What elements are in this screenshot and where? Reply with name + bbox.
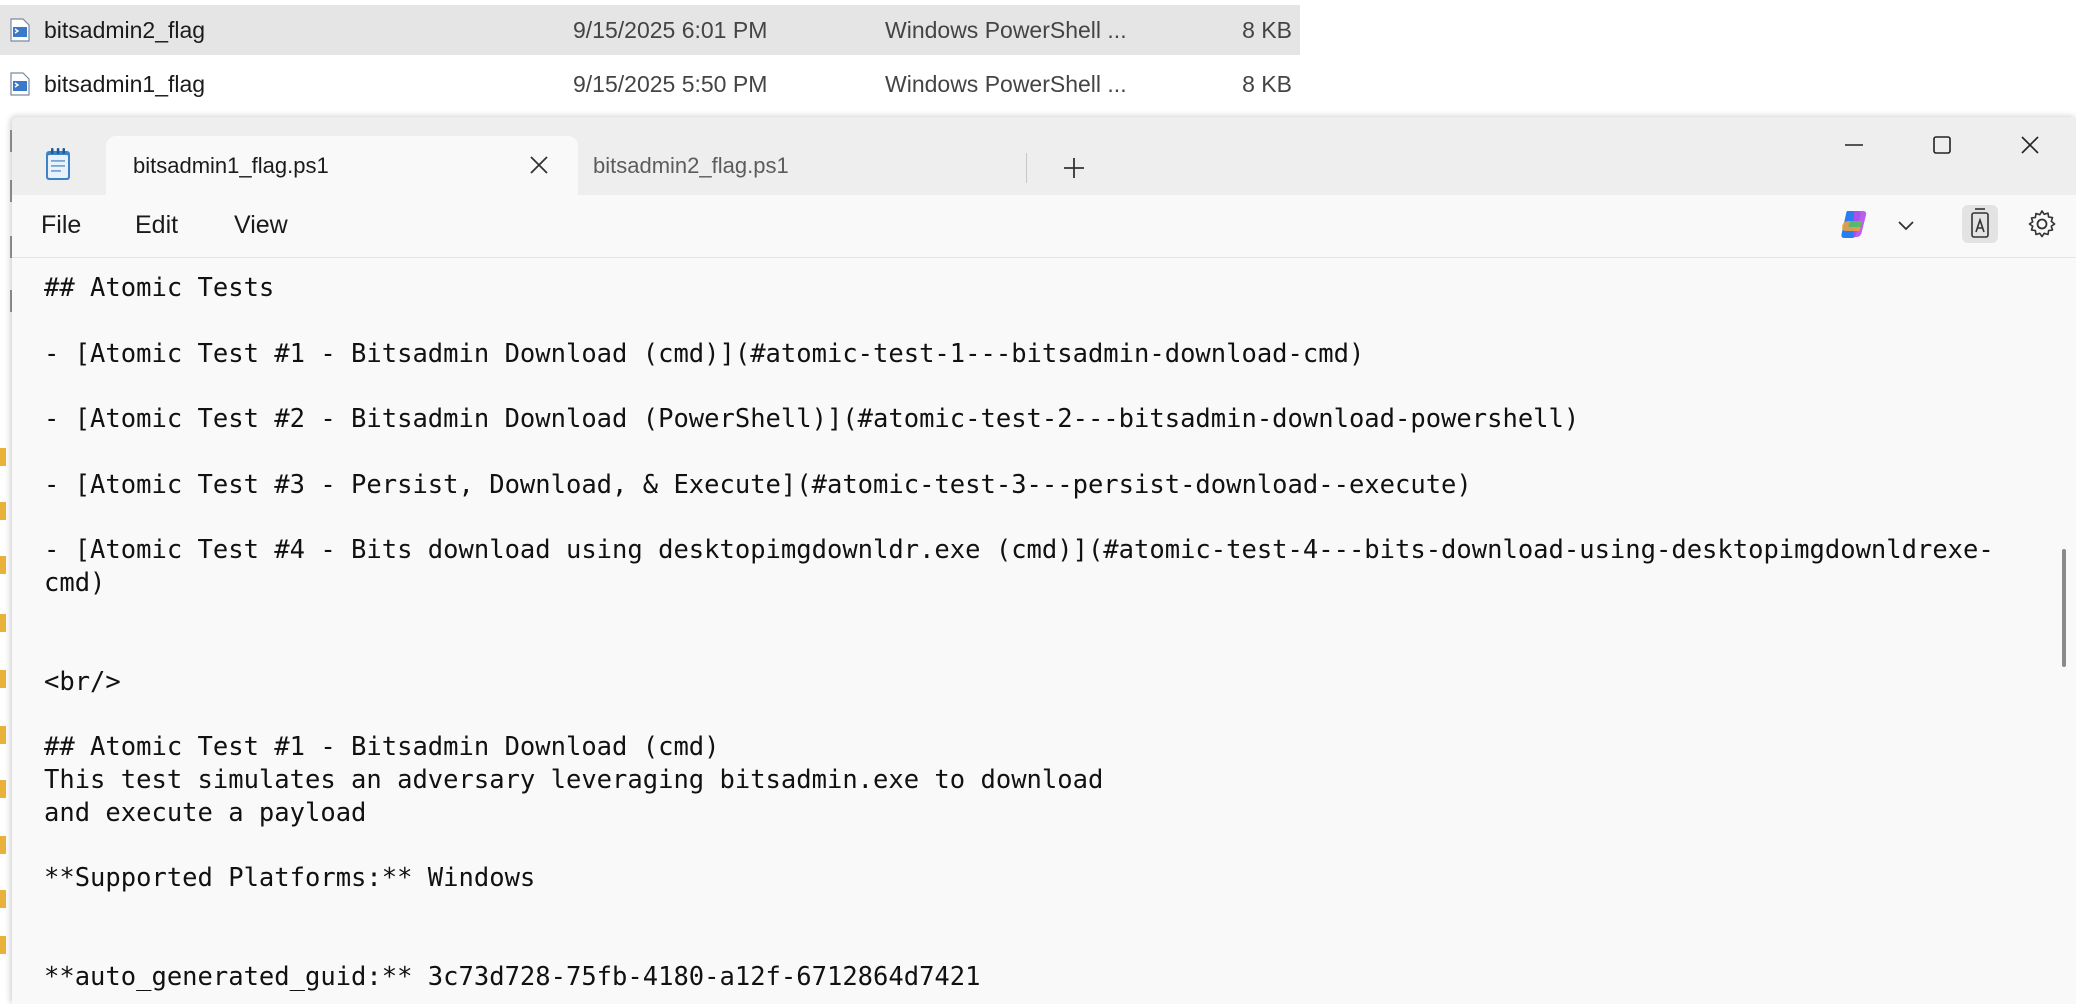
tab-label: bitsadmin2_flag.ps1 [593, 152, 789, 178]
close-window-button[interactable] [1986, 117, 2074, 173]
folder-edge-icon [0, 890, 6, 908]
text-format-icon [1971, 208, 1989, 238]
file-size: 8 KB [1242, 70, 1292, 97]
folder-edge-icon [0, 556, 6, 574]
tab-label: bitsadmin1_flag.ps1 [133, 152, 329, 178]
menu-view[interactable]: View [234, 211, 288, 240]
menu-edit[interactable]: Edit [135, 211, 178, 240]
minimize-icon [1845, 144, 1863, 146]
line: ## Atomic Test #1 - Bitsadmin Download (… [44, 732, 720, 763]
copilot-dropdown-button[interactable] [1896, 215, 1916, 240]
folder-edge-icon [0, 502, 6, 520]
tab-bitsadmin1[interactable]: bitsadmin1_flag.ps1 [106, 136, 578, 195]
vertical-scrollbar-thumb[interactable] [2062, 549, 2066, 667]
folder-edge-icon [0, 670, 6, 688]
line: - [Atomic Test #2 - Bitsadmin Download (… [44, 404, 1580, 435]
file-row-bitsadmin2[interactable]: bitsadmin2_flag 9/15/2025 6:01 PM Window… [0, 5, 1300, 55]
powershell-file-icon [10, 72, 30, 96]
folder-edge-icon [0, 726, 6, 744]
editor-content[interactable]: ## Atomic Tests - [Atomic Test #1 - Bits… [44, 272, 2024, 994]
minimize-button[interactable] [1810, 117, 1898, 173]
file-row-bitsadmin1[interactable]: bitsadmin1_flag 9/15/2025 5:50 PM Window… [0, 59, 1300, 109]
chevron-down-icon [1898, 221, 1914, 231]
text-editor-area[interactable]: ## Atomic Tests - [Atomic Test #1 - Bits… [12, 258, 2076, 1004]
file-type: Windows PowerShell ... [885, 16, 1127, 43]
menu-file[interactable]: File [41, 211, 81, 240]
folder-edge-icon [0, 614, 6, 632]
new-tab-plus-icon[interactable] [1059, 153, 1089, 183]
folder-edge-icon [0, 448, 6, 466]
menu-bar: File Edit View [12, 195, 2076, 258]
line: **Supported Platforms:** Windows [44, 863, 536, 894]
line: ## Atomic Tests [44, 273, 275, 303]
line: - [Atomic Test #3 - Persist, Download, &… [44, 469, 1472, 500]
file-name: bitsadmin2_flag [44, 16, 206, 43]
gear-icon [2028, 210, 2056, 238]
line: This test simulates an adversary leverag… [44, 764, 1104, 795]
close-tab-icon[interactable] [528, 154, 550, 176]
line: <br/> [44, 666, 121, 697]
line: - [Atomic Test #4 - Bits download using … [44, 535, 1994, 566]
folder-edge-icon [0, 780, 6, 798]
file-type: Windows PowerShell ... [885, 70, 1127, 97]
text-format-button[interactable] [1962, 205, 1998, 243]
notepad-app-icon [46, 148, 70, 180]
maximize-icon [1933, 136, 1951, 154]
line: and execute a payload [44, 797, 367, 828]
close-icon [2021, 136, 2039, 154]
file-date: 9/15/2025 6:01 PM [573, 16, 768, 43]
notepad-window: bitsadmin1_flag.ps1 bitsadmin2_flag.ps1 [12, 117, 2076, 1004]
line: **auto_generated_guid:** 3c73d728-75fb-4… [44, 961, 981, 992]
maximize-button[interactable] [1898, 117, 1986, 173]
powershell-file-icon [10, 18, 30, 42]
copilot-button[interactable] [1838, 207, 1872, 246]
file-name: bitsadmin1_flag [44, 70, 206, 97]
file-date: 9/15/2025 5:50 PM [573, 70, 768, 97]
line: - [Atomic Test #1 - Bitsadmin Download (… [44, 338, 1365, 369]
file-size: 8 KB [1242, 16, 1292, 43]
settings-button[interactable] [2026, 208, 2058, 245]
tab-bitsadmin2[interactable]: bitsadmin2_flag.ps1 [578, 136, 1038, 195]
tab-divider [1026, 153, 1027, 183]
folder-edge-icon [0, 836, 6, 854]
title-bar[interactable]: bitsadmin1_flag.ps1 bitsadmin2_flag.ps1 [12, 117, 2076, 195]
copilot-icon [1841, 211, 1867, 238]
line: cmd) [44, 568, 106, 599]
folder-edge-icon [0, 936, 6, 954]
